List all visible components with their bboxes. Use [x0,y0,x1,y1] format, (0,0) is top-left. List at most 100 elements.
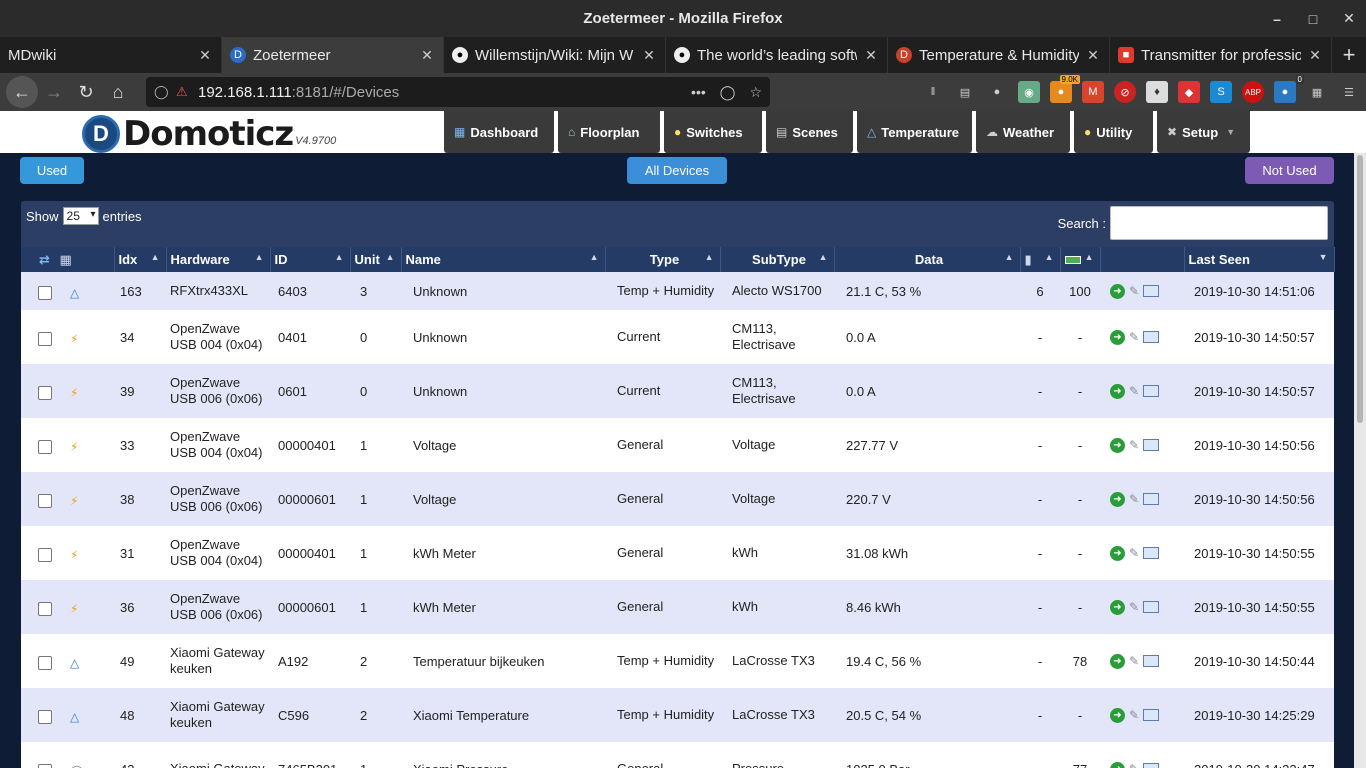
table-row[interactable]: ◯ 43Xiaomi Gateway7465B2011Xiaomi Pressur… [21,742,1334,768]
table-row[interactable]: ⚡ 33 OpenZwave USB 004 (0x04) 00000401 1 Volt… [21,418,1334,472]
go-arrow-icon[interactable]: ➜ [1110,283,1125,299]
table-row[interactable]: ⚡ 31 OpenZwave USB 004 (0x04) 00000401 1 kWh … [21,526,1334,580]
go-arrow-icon[interactable]: ➜ [1110,653,1125,669]
filter-used-button[interactable]: Used [20,157,84,184]
search-input[interactable] [1110,206,1328,240]
column-idx[interactable]: Idx ▲ [114,247,167,272]
column-unit[interactable]: Unit ▲ [350,247,402,272]
maximize-icon[interactable]: □ [1306,11,1320,27]
skype-extension-icon[interactable]: S [1210,81,1232,103]
pocket-icon[interactable]: ◯ [720,84,736,101]
column-last-seen[interactable]: Last Seen ▼ [1184,247,1335,272]
table-row[interactable]: △ 48 Xiaomi Gateway keuken C596 2 Xiaomi Temp… [21,688,1334,742]
reload-button[interactable]: ↻ [70,76,102,108]
row-checkbox[interactable] [38,439,52,454]
owl-extension-icon[interactable]: ◉ [1018,81,1040,103]
log-icon[interactable] [1143,709,1159,721]
row-checkbox[interactable] [38,763,52,768]
domoticz-logo[interactable]: D Domoticz V4.9700 [82,114,336,154]
mail-extension-icon[interactable]: M [1082,81,1104,103]
bitwarden-icon[interactable]: ♦ [1146,81,1168,103]
go-arrow-icon[interactable]: ➜ [1110,707,1125,723]
column-name[interactable]: Name ▲ [401,247,606,272]
table-row[interactable]: △ 49 Xiaomi Gateway keuken A192 2 Temperatuur… [21,634,1334,688]
close-tab-icon[interactable]: ✕ [197,47,213,64]
column-subtype[interactable]: SubType ▲ [720,247,835,272]
column-id[interactable]: ID ▲ [270,247,351,272]
row-checkbox[interactable] [38,331,52,346]
nav-dashboard[interactable]: ▦ Dashboard [444,111,554,153]
log-icon[interactable] [1143,439,1159,451]
tab-zoetermeer[interactable]: D Zoetermeer ✕ [222,37,444,73]
row-checkbox[interactable] [38,709,52,724]
close-tab-icon[interactable]: ✕ [419,47,435,64]
edit-pencil-icon[interactable]: ✎ [1129,762,1139,768]
page-length-select[interactable]: 25 [62,207,99,225]
edit-pencil-icon[interactable]: ✎ [1129,330,1139,344]
edit-pencil-icon[interactable]: ✎ [1129,546,1139,560]
column-type[interactable]: Type ▲ [605,247,721,272]
bookmark-star-icon[interactable]: ☆ [749,84,762,101]
edit-pencil-icon[interactable]: ✎ [1129,600,1139,614]
go-arrow-icon[interactable]: ➜ [1110,491,1125,507]
url-bar[interactable]: ◯ ⚠ 192.168.1.111:8181/#/Devices ••• ◯ ☆ [146,77,770,107]
tab-github-wiki[interactable]: ● Willemstijn/Wiki: Mijn W ✕ [444,37,666,73]
tab-temperature[interactable]: D Temperature & Humidity ✕ [888,37,1110,73]
go-arrow-icon[interactable]: ➜ [1110,329,1125,345]
edit-pencil-icon[interactable]: ✎ [1129,492,1139,506]
eraser-extension-icon[interactable]: ◆ [1178,81,1200,103]
adblock-plus-icon[interactable]: ABP [1242,81,1264,103]
go-arrow-icon[interactable]: ➜ [1110,383,1125,399]
log-icon[interactable] [1143,763,1159,768]
close-tab-icon[interactable]: ✕ [1085,47,1101,64]
scrollbar-thumb[interactable] [1357,155,1363,423]
go-arrow-icon[interactable]: ➜ [1110,545,1125,561]
edit-pencil-icon[interactable]: ✎ [1129,438,1139,452]
log-icon[interactable] [1143,655,1159,667]
go-arrow-icon[interactable]: ➜ [1110,437,1125,453]
close-tab-icon[interactable]: ✕ [641,47,657,64]
log-icon[interactable] [1143,285,1159,297]
row-checkbox[interactable] [38,601,52,616]
nav-temperature[interactable]: △ Temperature [857,111,972,153]
shield-icon[interactable]: ◯ [154,84,176,100]
row-checkbox[interactable] [38,493,52,508]
back-button[interactable]: ← [6,76,38,108]
go-arrow-icon[interactable]: ➜ [1110,761,1125,768]
log-icon[interactable] [1143,331,1159,343]
filter-all-button[interactable]: All Devices [627,157,727,184]
log-icon[interactable] [1143,547,1159,559]
table-row[interactable]: ⚡ 34 OpenZwave USB 004 (0x04) 0401 0 Unknown C… [21,310,1334,364]
nav-setup[interactable]: ✖ Setup ▼ [1157,111,1250,153]
minimize-icon[interactable]: – [1270,11,1284,27]
filter-not-used-button[interactable]: Not Used [1245,157,1334,184]
table-row[interactable]: ⚡ 36 OpenZwave USB 006 (0x06) 00000601 1 kWh … [21,580,1334,634]
edit-pencil-icon[interactable]: ✎ [1129,284,1139,298]
sidebar-icon[interactable]: ▤ [954,81,976,103]
row-checkbox[interactable] [38,655,52,670]
menu-icon[interactable]: ☰ [1338,81,1360,103]
table-row[interactable]: △ 163 RFXtrx433XL 6403 3 Unknown Temp + Humidi… [21,272,1334,310]
row-checkbox[interactable] [38,285,52,300]
close-window-icon[interactable]: ✕ [1342,10,1356,27]
nav-floorplan[interactable]: ⌂ Floorplan [558,111,660,153]
row-checkbox[interactable] [38,385,52,400]
page-actions-icon[interactable]: ••• [691,84,706,101]
page-scrollbar[interactable] [1354,153,1366,768]
trash-icon[interactable]: ▦ [60,252,72,267]
counter-extension-icon[interactable]: ● 9.0K [1050,75,1080,103]
notification-extension-icon[interactable]: ● 0 [1274,75,1304,103]
log-icon[interactable] [1143,385,1159,397]
edit-pencil-icon[interactable]: ✎ [1129,654,1139,668]
account-icon[interactable]: ● [986,81,1008,103]
edit-pencil-icon[interactable]: ✎ [1129,384,1139,398]
go-arrow-icon[interactable]: ➜ [1110,599,1125,615]
column-hardware[interactable]: Hardware ▲ [166,247,271,272]
nav-switches[interactable]: ● Switches [664,111,762,153]
close-tab-icon[interactable]: ✕ [863,47,879,64]
table-row[interactable]: ⚡ 39 OpenZwave USB 006 (0x06) 0601 0 Unknown C… [21,364,1334,418]
forward-button[interactable]: → [38,76,70,108]
select-column-header[interactable]: ⇄ ▦ [21,247,115,272]
library-icon[interactable]: ‖ [922,81,944,103]
home-button[interactable]: ⌂ [102,76,134,108]
